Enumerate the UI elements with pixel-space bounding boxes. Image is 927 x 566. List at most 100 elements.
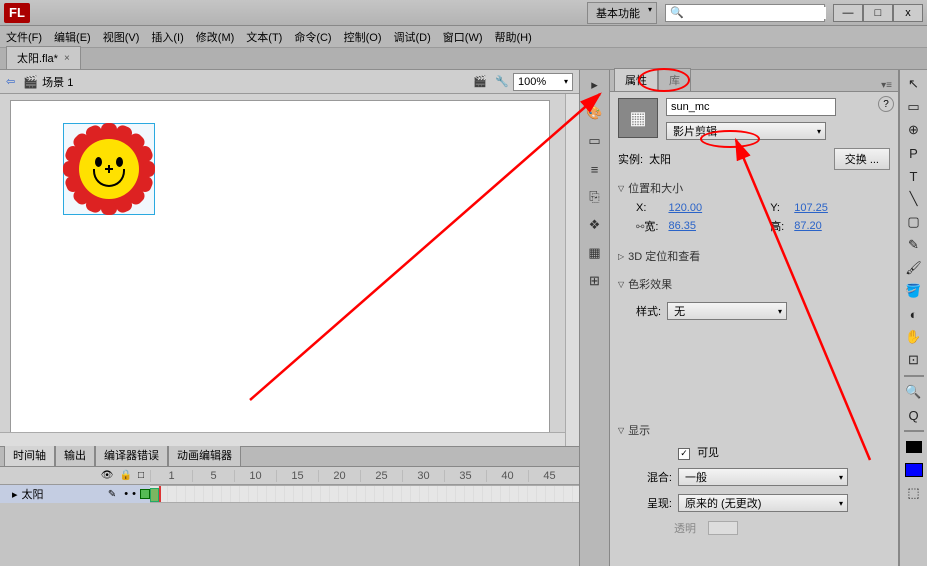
free-transform-tool[interactable]: ⊕ (903, 120, 925, 140)
document-tab-close[interactable]: × (64, 53, 70, 64)
style-combo[interactable]: 无 (667, 302, 787, 320)
rectangle-tool[interactable]: ✎ (903, 235, 925, 255)
visible-checkbox[interactable]: ✓ (678, 448, 690, 460)
section-display[interactable]: ▽显示 (618, 420, 890, 440)
tab-compiler-errors[interactable]: 编译器错误 (95, 443, 168, 466)
zoom-selector[interactable]: 100% (513, 73, 573, 91)
blend-combo[interactable]: 一般 (678, 468, 848, 486)
blend-label: 混合: (636, 469, 672, 485)
scene-back-icon[interactable]: ⇦ (6, 75, 15, 88)
menu-modify[interactable]: 修改(M) (196, 29, 235, 45)
menu-insert[interactable]: 插入(I) (151, 29, 183, 45)
x-value[interactable]: 120.00 (668, 202, 760, 214)
menu-debug[interactable]: 调试(D) (394, 29, 431, 45)
text-tool[interactable]: ╲ (903, 189, 925, 209)
height-value[interactable]: 87.20 (794, 220, 886, 232)
menu-edit[interactable]: 编辑(E) (54, 29, 91, 45)
transparent-label: 透明 (674, 520, 696, 536)
layer-eye-dot[interactable]: • (124, 488, 128, 500)
toolbox: ↖ ▭ ⊕ P T ╲ ▢ ✎ 🖌 🪣 ◐ ✋ ⊡ 🔍 Q ⬚ (899, 70, 927, 566)
search-box[interactable]: 🔍 (665, 4, 825, 22)
dock-icon-library[interactable]: ▦ (586, 244, 604, 262)
y-value[interactable]: 107.25 (794, 202, 886, 214)
section-color-effect[interactable]: ▽色彩效果 (618, 274, 890, 294)
menu-text[interactable]: 文本(T) (246, 29, 282, 45)
brush-tool[interactable]: 🪣 (903, 281, 925, 301)
width-value[interactable]: 86.35 (668, 220, 760, 232)
layer-edit-icon: ✎ (108, 489, 116, 500)
menubar: 文件(F) 编辑(E) 视图(V) 插入(I) 修改(M) 文本(T) 命令(C… (0, 26, 927, 48)
window-minimize[interactable]: — (833, 4, 863, 22)
stage[interactable] (10, 100, 550, 440)
menu-window[interactable]: 窗口(W) (443, 29, 483, 45)
menu-control[interactable]: 控制(O) (344, 29, 382, 45)
dock-icon-align[interactable]: ≡ (586, 160, 604, 178)
keyframe[interactable] (150, 488, 159, 502)
paint-bucket-tool[interactable]: ◐ (903, 304, 925, 324)
dock-icon-expand[interactable]: ▸ (586, 76, 604, 94)
tab-properties[interactable]: 属性 (614, 68, 658, 91)
playhead[interactable] (159, 486, 161, 502)
instance-name-input[interactable] (666, 98, 836, 116)
instance-type-combo[interactable]: 影片剪辑 (666, 122, 826, 140)
app-logo: FL (4, 3, 30, 23)
edit-scene-icon[interactable]: 🎬 (471, 74, 489, 90)
window-close[interactable]: x (893, 4, 923, 22)
lasso-tool[interactable]: P (903, 143, 925, 163)
visible-label: 可见 (697, 447, 719, 459)
pen-tool[interactable]: T (903, 166, 925, 186)
document-tab[interactable]: 太阳.fla* × (6, 46, 81, 69)
outline-column-icon[interactable]: □ (138, 470, 144, 481)
tab-timeline[interactable]: 时间轴 (4, 443, 55, 466)
section-3d[interactable]: ▷3D 定位和查看 (618, 246, 890, 266)
frames-ruler[interactable]: 151015202530354045 (150, 470, 579, 482)
panel-menu-icon[interactable]: ▾≡ (875, 80, 898, 91)
stage-hscrollbar[interactable] (0, 432, 565, 446)
registration-point-icon (105, 165, 113, 173)
edit-symbol-icon[interactable]: 🔧 (493, 74, 511, 90)
eraser-tool[interactable]: ⊡ (903, 350, 925, 370)
lock-column-icon[interactable]: 🔒 (120, 470, 132, 481)
color-options-icon[interactable]: ⬚ (903, 483, 925, 503)
menu-help[interactable]: 帮助(H) (495, 29, 532, 45)
window-maximize[interactable]: □ (863, 4, 893, 22)
eyedropper-tool[interactable]: ✋ (903, 327, 925, 347)
search-input[interactable] (684, 7, 826, 19)
scene-name[interactable]: 场景 1 (42, 74, 73, 90)
tab-library[interactable]: 库 (658, 68, 691, 91)
dock-icon-color[interactable]: 🎨 (586, 104, 604, 122)
tab-motion-editor[interactable]: 动画编辑器 (168, 443, 241, 466)
layer-lock-dot[interactable]: • (132, 488, 136, 500)
fill-color-swatch[interactable] (903, 460, 925, 480)
tab-output[interactable]: 输出 (55, 443, 95, 466)
stage-vscrollbar[interactable] (565, 94, 579, 446)
style-label: 样式: (636, 303, 661, 319)
eye-column-icon[interactable]: 👁 (101, 470, 114, 481)
help-icon[interactable]: ? (878, 96, 894, 112)
zoom-tool[interactable]: Q (903, 405, 925, 425)
swap-button[interactable]: 交换 ... (834, 148, 890, 170)
document-tab-label: 太阳.fla* (17, 50, 58, 66)
selection-tool[interactable]: ↖ (903, 74, 925, 94)
line-tool[interactable]: ▢ (903, 212, 925, 232)
menu-view[interactable]: 视图(V) (103, 29, 140, 45)
symbol-instance[interactable] (65, 125, 153, 213)
menu-file[interactable]: 文件(F) (6, 29, 42, 45)
layer-name-label[interactable]: 太阳 (22, 486, 44, 502)
render-combo[interactable]: 原来的 (无更改) (678, 494, 848, 512)
dock-icon-swatches[interactable]: ▭ (586, 132, 604, 150)
pencil-tool[interactable]: 🖌 (903, 258, 925, 278)
dock-icon-components[interactable]: ⊞ (586, 272, 604, 290)
workspace-selector[interactable]: 基本功能 (587, 2, 657, 24)
subselection-tool[interactable]: ▭ (903, 97, 925, 117)
layer-outline-swatch[interactable] (140, 489, 150, 499)
menu-commands[interactable]: 命令(C) (294, 29, 331, 45)
hand-tool[interactable]: 🔍 (903, 382, 925, 402)
x-label: X: (636, 202, 658, 214)
dock-icon-info[interactable]: ⎘ (586, 188, 604, 206)
frames-track[interactable] (150, 485, 579, 503)
section-position-size[interactable]: ▽位置和大小 (618, 178, 890, 198)
layer-row[interactable]: ▸ 太阳 ✎ • • (0, 485, 579, 503)
stroke-color-swatch[interactable] (903, 437, 925, 457)
dock-icon-transform[interactable]: ❖ (586, 216, 604, 234)
